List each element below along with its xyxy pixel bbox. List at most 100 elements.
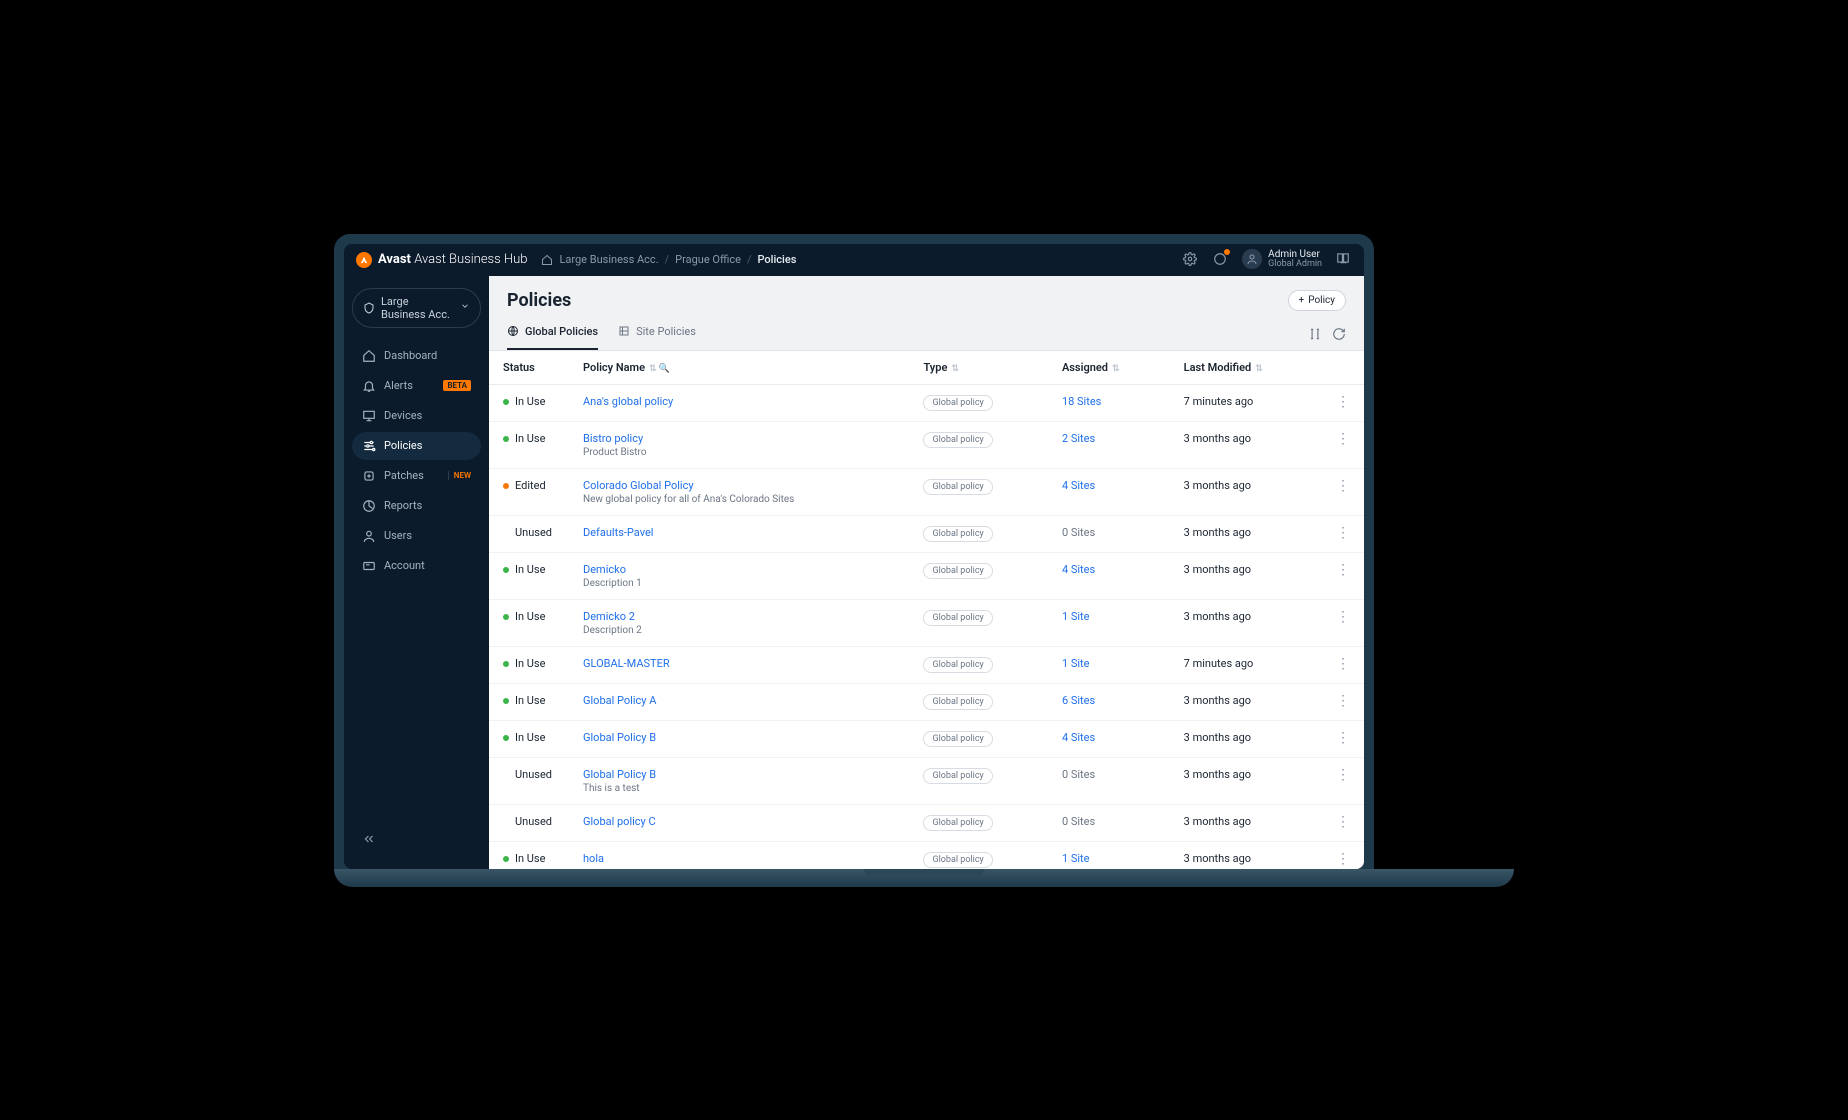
account-selector[interactable]: Large Business Acc. bbox=[352, 288, 481, 328]
name-cell: GLOBAL-MASTER bbox=[569, 646, 909, 683]
actions-cell: ⋮ bbox=[1322, 757, 1364, 804]
policy-link[interactable]: Global Policy B bbox=[583, 731, 656, 744]
assigned-value: 0 Sites bbox=[1062, 815, 1095, 828]
table-row[interactable]: In UseDemicko 2Description 2Global polic… bbox=[489, 599, 1364, 646]
sidebar-item-label: Patches bbox=[384, 469, 438, 482]
home-icon bbox=[541, 254, 553, 266]
assigned-cell: 0 Sites bbox=[1048, 804, 1170, 841]
kebab-icon[interactable]: ⋮ bbox=[1336, 693, 1350, 709]
status-text: Unused bbox=[515, 768, 552, 781]
policy-link[interactable]: Global Policy A bbox=[583, 694, 656, 707]
table-row[interactable]: In UseAna's global policyGlobal policy18… bbox=[489, 384, 1364, 421]
kebab-icon[interactable]: ⋮ bbox=[1336, 609, 1350, 625]
add-policy-button[interactable]: + Policy bbox=[1288, 290, 1346, 311]
table-row[interactable]: In UseGlobal Policy BGlobal policy4 Site… bbox=[489, 720, 1364, 757]
status-dot-icon bbox=[503, 735, 509, 741]
assigned-link[interactable]: 1 Site bbox=[1062, 852, 1090, 865]
kebab-icon[interactable]: ⋮ bbox=[1336, 478, 1350, 494]
breadcrumb-home[interactable]: Large Business Acc. bbox=[559, 253, 658, 266]
kebab-icon[interactable]: ⋮ bbox=[1336, 656, 1350, 672]
topbar: Avast Avast Business Hub Large Business … bbox=[344, 244, 1364, 276]
policy-link[interactable]: Demicko bbox=[583, 563, 626, 576]
table-row[interactable]: In UseGlobal Policy AGlobal policy6 Site… bbox=[489, 683, 1364, 720]
col-status[interactable]: Status bbox=[489, 351, 569, 385]
policy-link[interactable]: Global Policy B bbox=[583, 768, 656, 781]
sidebar-item-devices[interactable]: Devices bbox=[352, 402, 481, 430]
status-cell: In Use bbox=[489, 683, 569, 720]
sidebar-item-users[interactable]: Users bbox=[352, 522, 481, 550]
assigned-link[interactable]: 4 Sites bbox=[1062, 563, 1095, 576]
policy-link[interactable]: GLOBAL-MASTER bbox=[583, 657, 670, 670]
policy-link[interactable]: Demicko 2 bbox=[583, 610, 635, 623]
status-cell: Edited bbox=[489, 468, 569, 515]
sidebar-item-dashboard[interactable]: Dashboard bbox=[352, 342, 481, 370]
policy-link[interactable]: Bistro policy bbox=[583, 432, 643, 445]
name-cell: Global Policy BThis is a test bbox=[569, 757, 909, 804]
sidebar-item-policies[interactable]: Policies bbox=[352, 432, 481, 460]
col-actions bbox=[1322, 351, 1364, 385]
table-row[interactable]: In UseGLOBAL-MASTERGlobal policy1 Site7 … bbox=[489, 646, 1364, 683]
settings-icon[interactable] bbox=[1182, 251, 1198, 267]
name-cell: Global policy C bbox=[569, 804, 909, 841]
table-row[interactable]: In UseDemickoDescription 1Global policy4… bbox=[489, 552, 1364, 599]
status-cell: In Use bbox=[489, 384, 569, 421]
table-row[interactable]: Unused Global policy C Global policy 0 Site… bbox=[489, 804, 1364, 841]
assigned-link[interactable]: 1 Site bbox=[1062, 610, 1090, 623]
sidebar-item-reports[interactable]: Reports bbox=[352, 492, 481, 520]
table-row[interactable]: In UseholaGlobal policy1 Site3 months ag… bbox=[489, 841, 1364, 869]
kebab-icon[interactable]: ⋮ bbox=[1336, 767, 1350, 783]
user-role: Global Admin bbox=[1268, 260, 1322, 270]
shield-icon bbox=[363, 302, 375, 314]
notifications-icon[interactable] bbox=[1212, 251, 1228, 267]
table-row[interactable]: UnusedDefaults-PavelGlobal policy0 Sites… bbox=[489, 515, 1364, 552]
kebab-icon[interactable]: ⋮ bbox=[1336, 851, 1350, 867]
status-cell: Unused bbox=[489, 804, 569, 841]
policies-table: Status Policy Name⇅ 🔍 Type⇅ Assigned⇅ La… bbox=[489, 351, 1364, 869]
col-modified[interactable]: Last Modified⇅ bbox=[1170, 351, 1322, 385]
policy-link[interactable]: Global policy C bbox=[583, 815, 656, 828]
policy-link[interactable]: Defaults-Pavel bbox=[583, 526, 653, 539]
kebab-icon[interactable]: ⋮ bbox=[1336, 525, 1350, 541]
app-switcher-icon[interactable] bbox=[1336, 251, 1352, 267]
brand-logo[interactable]: Avast Avast Business Hub bbox=[356, 252, 527, 268]
user-menu[interactable]: Admin User Global Admin bbox=[1242, 249, 1322, 270]
collapse-sidebar[interactable] bbox=[352, 824, 481, 857]
kebab-icon[interactable]: ⋮ bbox=[1336, 394, 1350, 410]
kebab-icon[interactable]: ⋮ bbox=[1336, 730, 1350, 746]
tab-site-policies[interactable]: Site Policies bbox=[618, 325, 696, 350]
table-row[interactable]: EditedColorado Global PolicyNew global p… bbox=[489, 468, 1364, 515]
kebab-icon[interactable]: ⋮ bbox=[1336, 814, 1350, 830]
topbar-left: Avast Avast Business Hub Large Business … bbox=[356, 252, 796, 268]
kebab-icon[interactable]: ⋮ bbox=[1336, 562, 1350, 578]
table-row[interactable]: In UseBistro policyProduct BistroGlobal … bbox=[489, 421, 1364, 468]
policies-table-wrap[interactable]: Status Policy Name⇅ 🔍 Type⇅ Assigned⇅ La… bbox=[489, 351, 1364, 869]
modified-cell: 3 months ago bbox=[1170, 757, 1322, 804]
sidebar-item-label: Policies bbox=[384, 439, 471, 452]
policy-link[interactable]: Ana's global policy bbox=[583, 395, 673, 408]
breadcrumb-mid[interactable]: Prague Office bbox=[675, 253, 741, 266]
assigned-link[interactable]: 18 Sites bbox=[1062, 395, 1101, 408]
sidebar-item-account[interactable]: Account bbox=[352, 552, 481, 580]
col-name[interactable]: Policy Name⇅ 🔍 bbox=[569, 351, 909, 385]
sidebar-item-alerts[interactable]: AlertsBETA bbox=[352, 372, 481, 400]
tab-global-policies[interactable]: Global Policies bbox=[507, 325, 598, 350]
assigned-link[interactable]: 1 Site bbox=[1062, 657, 1090, 670]
col-assigned[interactable]: Assigned⇅ bbox=[1048, 351, 1170, 385]
assigned-link[interactable]: 2 Sites bbox=[1062, 432, 1095, 445]
assigned-link[interactable]: 6 Sites bbox=[1062, 694, 1095, 707]
policy-link[interactable]: hola bbox=[583, 852, 604, 865]
chevron-down-icon bbox=[460, 301, 470, 314]
rename-icon[interactable] bbox=[1308, 326, 1322, 340]
type-cell: Global policy bbox=[909, 804, 1047, 841]
col-type[interactable]: Type⇅ bbox=[909, 351, 1047, 385]
sidebar-item-label: Account bbox=[384, 559, 471, 572]
table-row[interactable]: Unused Global Policy BThis is a testGloba… bbox=[489, 757, 1364, 804]
policy-link[interactable]: Colorado Global Policy bbox=[583, 479, 694, 492]
status-text: In Use bbox=[515, 395, 545, 408]
assigned-link[interactable]: 4 Sites bbox=[1062, 731, 1095, 744]
assigned-link[interactable]: 4 Sites bbox=[1062, 479, 1095, 492]
modified-cell: 3 months ago bbox=[1170, 720, 1322, 757]
sidebar-item-patches[interactable]: PatchesNEW bbox=[352, 462, 481, 490]
kebab-icon[interactable]: ⋮ bbox=[1336, 431, 1350, 447]
refresh-icon[interactable] bbox=[1332, 326, 1346, 340]
